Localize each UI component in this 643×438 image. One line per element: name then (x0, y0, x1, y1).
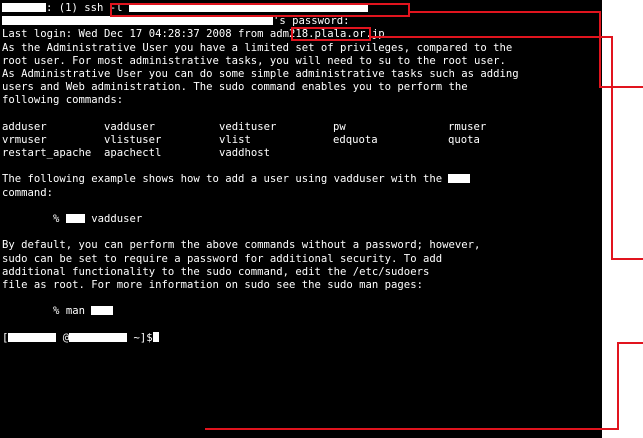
redacted-text (128, 3, 368, 12)
redacted-text (448, 174, 471, 184)
commands-row: restart_apache apachectl vaddhost (2, 147, 271, 160)
annotation-connector (611, 36, 613, 260)
annotation-connector (611, 258, 643, 260)
ssh-command-line: : (1) ssh -l (2, 2, 602, 15)
terminal-output: : (1) ssh -l 's password: Last login: We… (2, 2, 602, 345)
sudo-info-line: additional functionality to the sudo com… (2, 265, 430, 278)
redacted-text (2, 3, 46, 12)
man-command-line: % man (2, 305, 602, 318)
redacted-text (91, 306, 114, 316)
commands-row: adduser vadduser vedituser pw rmuser (2, 120, 487, 133)
last-login-line: Last login: Wed Dec 17 04:28:37 2008 fro… (2, 28, 385, 41)
redacted-text (8, 332, 57, 342)
redacted-text (2, 16, 273, 26)
commands-row: vrmuser vlistuser vlist edquota quota (2, 133, 480, 146)
sudo-info-line: sudo can be set to require a password fo… (2, 252, 443, 265)
sudo-info-line: file as root. For more information on su… (2, 278, 423, 291)
example-intro-line: The following example shows how to add a… (2, 173, 602, 186)
motd-line: following commands: (2, 94, 124, 107)
motd-line: As the Administrative User you have a li… (2, 41, 513, 54)
sudo-info-line: By default, you can perform the above co… (2, 239, 481, 252)
annotation-connector (617, 342, 619, 430)
example-intro-line: command: (2, 186, 54, 199)
motd-line: As Administrative User you can do some s… (2, 67, 519, 80)
password-prompt-line: 's password: (2, 15, 602, 28)
example-command-line: % vadduser (53, 213, 143, 225)
redacted-text (65, 214, 85, 223)
cursor-icon (152, 331, 159, 342)
motd-line: root user. For most administrative tasks… (2, 54, 506, 67)
annotation-connector (599, 86, 643, 88)
redacted-text (69, 332, 128, 342)
annotation-connector (617, 342, 643, 344)
motd-line: users and Web administration. The sudo c… (2, 81, 468, 94)
terminal-window[interactable]: : (1) ssh -l 's password: Last login: We… (0, 0, 602, 438)
shell-prompt-line[interactable]: [ @ ~]$ (2, 331, 602, 345)
